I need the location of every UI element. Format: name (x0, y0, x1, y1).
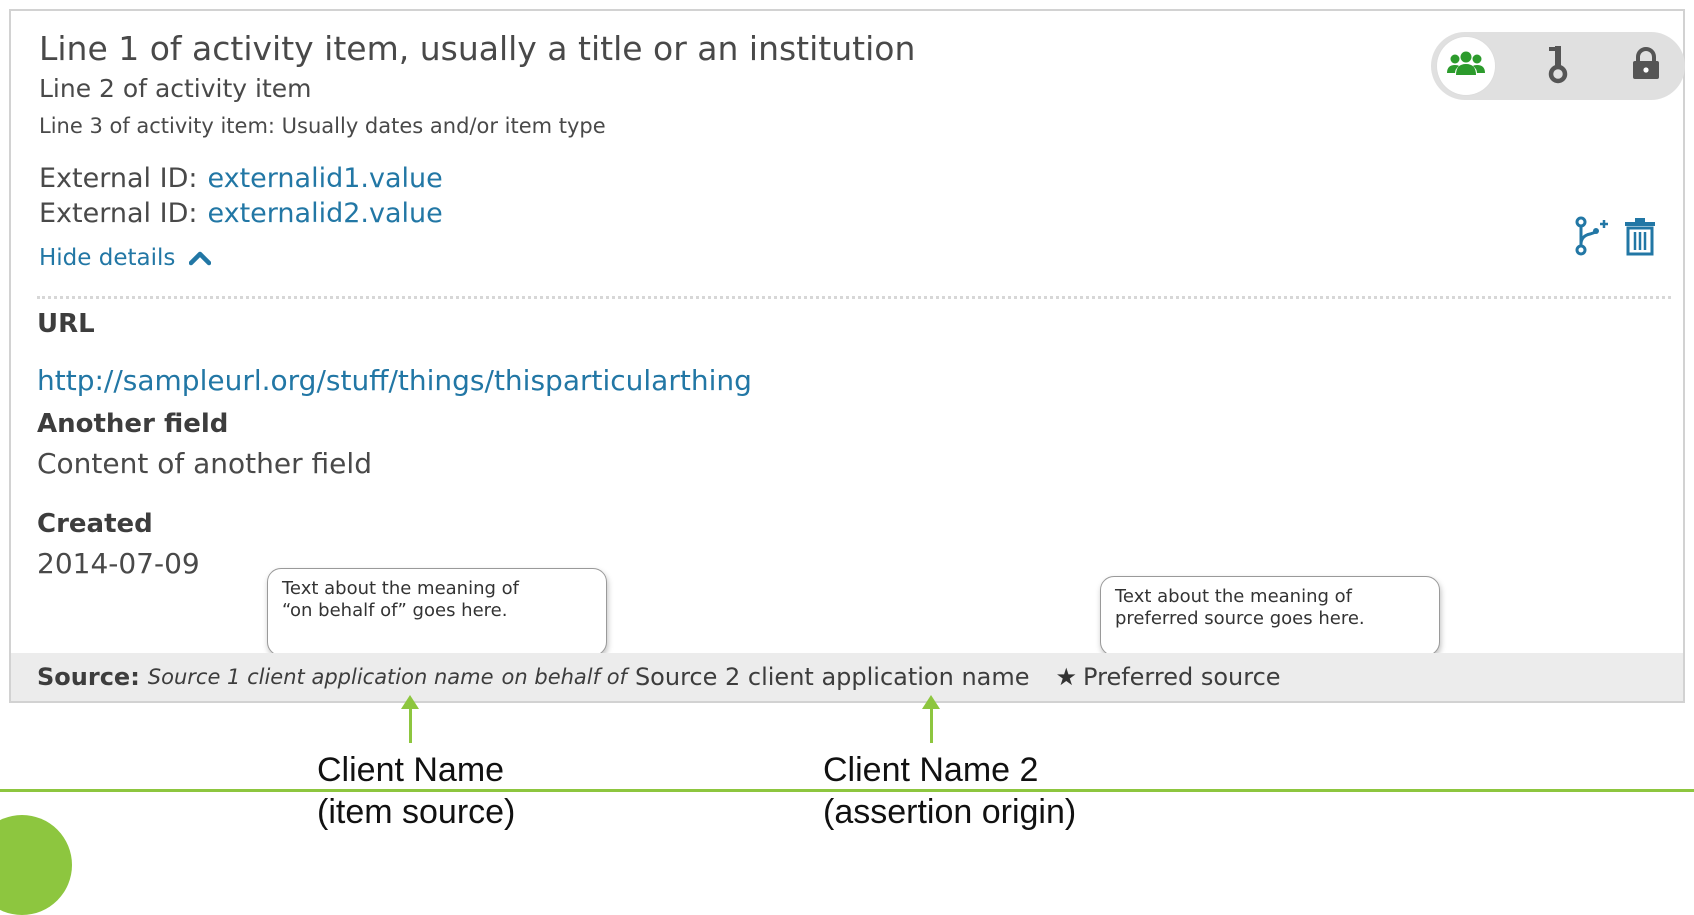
field-value-created: 2014-07-09 (37, 547, 200, 580)
field-label-created: Created (37, 509, 153, 539)
annotation-text: (assertion origin) (823, 793, 1077, 831)
tooltip-text: Text about the meaning of (282, 578, 519, 599)
url-link[interactable]: http://sampleurl.org/stuff/things/thispa… (37, 364, 752, 397)
tooltip-text: “on behalf of” goes here. (282, 599, 508, 621)
external-id-row: External ID: externalid1.value (39, 163, 443, 194)
annotation-text: Client Name 2 (823, 751, 1039, 789)
tooltip-text: preferred source goes here. (1115, 607, 1365, 629)
hide-details-label: Hide details (39, 245, 176, 271)
hide-details-link[interactable]: Hide details (39, 245, 211, 272)
slide-accent-line (0, 789, 1694, 792)
field-label-another: Another field (37, 409, 229, 439)
external-id-link[interactable]: externalid1.value (207, 163, 442, 194)
add-version-button[interactable] (1573, 216, 1611, 260)
preferred-source-label: Preferred source (1083, 663, 1281, 691)
everyone-icon (1446, 51, 1486, 81)
privacy-private-option[interactable] (1617, 37, 1675, 95)
on-behalf-tooltip: Text about the meaning of “on behalf of”… (267, 568, 607, 685)
branch-plus-icon (1574, 216, 1610, 260)
source-bar: Source: Source 1 client application name… (11, 653, 1683, 701)
details-divider (37, 296, 1671, 299)
privacy-trusted-option[interactable] (1529, 37, 1587, 95)
preferred-source-tooltip: Text about the meaning of preferred sour… (1100, 576, 1440, 685)
annotation-arrow (409, 707, 412, 743)
field-label-url: URL (37, 309, 95, 339)
external-id-row: External ID: externalid2.value (39, 198, 443, 229)
annotation-arrow (930, 707, 933, 743)
external-id-link[interactable]: externalid2.value (207, 198, 442, 229)
activity-line-2: Line 2 of activity item (39, 74, 312, 103)
slide-accent-circle (0, 815, 72, 915)
source-label: Source: (37, 663, 140, 691)
chevron-up-icon (188, 246, 211, 272)
source-2-name: Source 2 client application name (634, 663, 1030, 691)
activity-card: Line 1 of activity item, usually a title… (9, 9, 1685, 703)
activity-line-3: Line 3 of activity item: Usually dates a… (39, 114, 606, 138)
on-behalf-of-text[interactable]: on behalf of (502, 665, 627, 689)
field-value-another: Content of another field (37, 447, 372, 480)
privacy-everyone-option[interactable] (1437, 37, 1495, 95)
preferred-source-badge[interactable]: ★ Preferred source (1056, 663, 1281, 691)
annotation-text: Client Name (317, 751, 505, 789)
star-icon: ★ (1055, 663, 1078, 691)
lock-icon (1629, 47, 1663, 85)
trash-icon (1623, 216, 1657, 260)
tooltip-text: Text about the meaning of (1115, 586, 1352, 607)
external-id-label: External ID: (39, 198, 198, 229)
activity-title: Line 1 of activity item, usually a title… (39, 29, 916, 68)
external-id-label: External ID: (39, 163, 198, 194)
annotation-text: (item source) (317, 793, 516, 831)
privacy-toggle (1431, 32, 1685, 100)
source-1-name: Source 1 client application name (147, 665, 494, 689)
delete-button[interactable] (1621, 217, 1659, 259)
key-icon (1546, 44, 1570, 88)
